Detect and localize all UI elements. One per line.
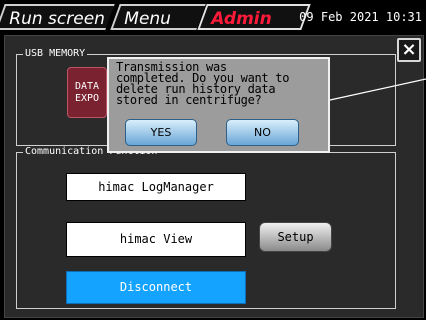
- usb-memory-legend: USB MEMORY: [23, 48, 88, 59]
- data-export-label-2: EXPO: [74, 93, 100, 104]
- setup-button[interactable]: Setup: [259, 222, 332, 252]
- datetime-display: 09 Feb 2021 10:31: [299, 10, 422, 24]
- disconnect-button[interactable]: Disconnect: [66, 271, 246, 304]
- tab-run-screen-label: Run screen: [9, 9, 105, 29]
- himac-view-field[interactable]: himac View: [66, 222, 246, 257]
- tab-admin[interactable]: Admin: [197, 4, 311, 30]
- logmanager-field[interactable]: himac LogManager: [66, 173, 246, 201]
- yes-button[interactable]: YES: [125, 119, 197, 146]
- tab-menu-label: Menu: [124, 9, 171, 29]
- data-export-label-1: DATA: [74, 81, 100, 92]
- tab-menu[interactable]: Menu: [110, 4, 206, 30]
- tab-admin-label: Admin: [211, 9, 272, 29]
- close-button[interactable]: ×: [397, 38, 421, 62]
- close-icon: ×: [401, 39, 417, 60]
- confirm-dialog: Transmission was completed. Do you want …: [107, 57, 330, 153]
- dialog-message: Transmission was completed. Do you want …: [116, 60, 290, 107]
- no-button[interactable]: NO: [226, 119, 299, 146]
- top-bar: Run screen Menu Admin 09 Feb 2021 10:31: [0, 0, 426, 33]
- data-export-button[interactable]: DATA EXPO: [67, 67, 107, 118]
- tab-run-screen[interactable]: Run screen: [0, 4, 115, 30]
